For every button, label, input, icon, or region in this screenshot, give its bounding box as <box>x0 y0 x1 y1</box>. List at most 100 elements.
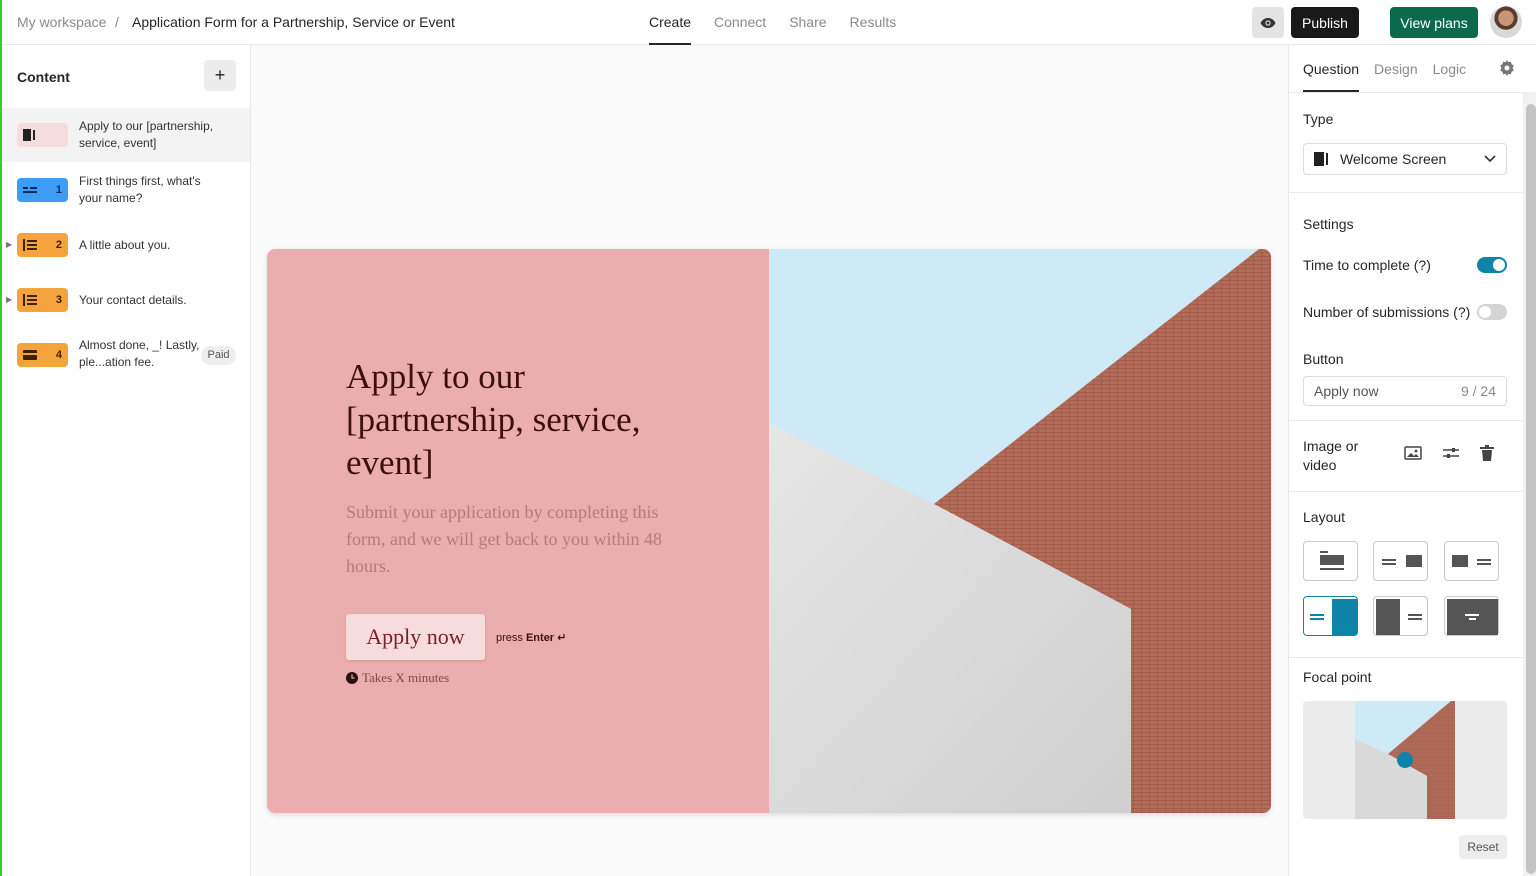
list-item-question-1[interactable]: 1 First things first, what's your name? <box>2 163 250 217</box>
tab-question[interactable]: Question <box>1303 45 1360 92</box>
content-sidebar: Content + Apply to our [partnership, ser… <box>2 45 251 876</box>
adjust-icon[interactable] <box>1442 445 1460 461</box>
question-number: 3 <box>55 294 62 306</box>
divider <box>1289 491 1523 492</box>
reset-button[interactable]: Reset <box>1459 835 1507 859</box>
question-number: 1 <box>55 184 62 196</box>
question-text: Apply to our [partnership, service, even… <box>79 119 214 150</box>
number-of-submissions-label: Number of submissions (?) <box>1303 304 1471 320</box>
tab-share[interactable]: Share <box>789 0 826 45</box>
welcome-title[interactable]: Apply to our [partnership, service, even… <box>346 355 676 484</box>
list-item-question-4[interactable]: 4 Almost done, _! Lastly, ple...ation fe… <box>2 328 250 382</box>
layout-option-split-right[interactable] <box>1373 541 1428 581</box>
list-item-question-3[interactable]: ▶ 3 Your contact details. <box>2 273 250 327</box>
layout-option-fullscreen[interactable] <box>1444 596 1499 636</box>
focal-point-thumbnail <box>1355 701 1455 819</box>
layout-fullscreen-icon <box>1447 599 1498 635</box>
button-text-input[interactable]: Apply now 9 / 24 <box>1303 376 1507 406</box>
view-plans-button[interactable]: View plans <box>1390 7 1478 38</box>
layout-stack-icon <box>1320 551 1344 570</box>
tab-design[interactable]: Design <box>1374 45 1418 92</box>
takes-minutes-text: Takes X minutes <box>362 670 450 685</box>
press-label: press <box>496 632 523 644</box>
architecture-photo <box>769 249 1271 813</box>
avatar[interactable] <box>1490 6 1522 38</box>
layout-split-right-icon <box>1382 555 1422 567</box>
toggle-knob <box>1493 259 1505 271</box>
enter-key-label: Enter ↵ <box>525 632 567 644</box>
layout-option-split-left[interactable] <box>1444 541 1499 581</box>
welcome-content-pane: Apply to our [partnership, service, even… <box>267 249 769 813</box>
tab-create[interactable]: Create <box>649 0 692 45</box>
chevron-down-icon <box>1484 155 1496 163</box>
question-group-icon <box>23 239 37 251</box>
toggle-knob <box>1479 306 1491 318</box>
time-to-complete-label: Time to complete (?) <box>1303 257 1431 273</box>
panel-scrollbar[interactable] <box>1523 92 1536 876</box>
list-item-question-2[interactable]: ▶ 2 A little about you. <box>2 218 250 272</box>
tab-results[interactable]: Results <box>850 0 897 45</box>
question-text: A little about you. <box>79 238 171 252</box>
image-or-video-label: Image or video <box>1303 438 1359 473</box>
tab-connect[interactable]: Connect <box>714 0 766 45</box>
question-settings-panel: Question Design Logic Type Welcome Scree… <box>1288 45 1536 876</box>
focal-point-picker[interactable] <box>1303 701 1507 819</box>
question-text: First things first, what's your name? <box>79 174 201 205</box>
question-group-icon <box>23 294 37 306</box>
main-nav: Create Connect Share Results <box>649 0 896 45</box>
layout-option-stack[interactable] <box>1303 541 1358 581</box>
tab-logic[interactable]: Logic <box>1433 45 1466 92</box>
trash-icon[interactable] <box>1480 445 1494 461</box>
payment-card-icon <box>23 350 37 360</box>
eye-icon <box>1260 17 1276 28</box>
image-icon[interactable] <box>1404 445 1422 461</box>
short-text-icon <box>23 187 37 193</box>
focal-point-marker[interactable] <box>1397 752 1413 768</box>
question-number: 2 <box>55 239 62 251</box>
apply-now-button[interactable]: Apply now <box>346 614 485 660</box>
divider <box>1289 192 1523 193</box>
list-item-welcome[interactable]: Apply to our [partnership, service, even… <box>2 108 250 162</box>
question-type-select[interactable]: Welcome Screen <box>1303 143 1507 175</box>
scrollbar-thumb[interactable] <box>1526 104 1536 874</box>
welcome-image <box>769 249 1271 813</box>
number-of-submissions-toggle[interactable] <box>1477 304 1507 320</box>
time-to-complete-note: Takes X minutes <box>346 670 449 686</box>
focal-point-label: Focal point <box>1303 669 1372 685</box>
question-number: 4 <box>55 349 62 361</box>
layout-split-left-icon <box>1452 555 1491 567</box>
publish-button[interactable]: Publish <box>1291 7 1359 38</box>
layout-option-wallpaper-left[interactable] <box>1373 596 1428 636</box>
layout-wallpaper-left-icon <box>1376 599 1422 635</box>
character-count: 9 / 24 <box>1460 383 1496 399</box>
gear-icon[interactable] <box>1499 60 1515 76</box>
preview-button[interactable] <box>1252 7 1284 38</box>
question-badge: 2 <box>17 233 68 257</box>
welcome-description[interactable]: Submit your application by completing th… <box>346 499 691 580</box>
question-badge: 3 <box>17 288 68 312</box>
welcome-title-bold: Apply <box>346 357 434 396</box>
expand-caret-icon[interactable]: ▶ <box>6 295 12 304</box>
add-question-button[interactable]: + <box>204 60 236 91</box>
layout-wallpaper-right-icon <box>1310 599 1357 635</box>
media-actions <box>1404 445 1494 461</box>
time-to-complete-toggle[interactable] <box>1477 257 1507 273</box>
breadcrumb-workspace[interactable]: My workspace <box>17 14 106 30</box>
layout-option-wallpaper-right[interactable] <box>1303 596 1358 636</box>
divider <box>1289 657 1523 658</box>
settings-label: Settings <box>1303 216 1354 232</box>
welcome-screen-preview[interactable]: Apply to our [partnership, service, even… <box>267 249 1271 813</box>
divider <box>1289 92 1523 93</box>
welcome-screen-icon <box>23 129 35 141</box>
breadcrumb-separator: / <box>115 14 119 30</box>
content-title: Content <box>17 69 70 85</box>
question-badge: 1 <box>17 178 68 202</box>
welcome-screen-icon <box>1314 152 1328 166</box>
press-enter-hint: press Enter ↵ <box>496 631 566 644</box>
expand-caret-icon[interactable]: ▶ <box>6 240 12 249</box>
top-bar: My workspace / Application Form for a Pa… <box>2 0 1536 45</box>
form-canvas: Apply to our [partnership, service, even… <box>252 45 1288 876</box>
question-badge <box>17 123 68 147</box>
question-badge: 4 <box>17 343 68 367</box>
form-title[interactable]: Application Form for a Partnership, Serv… <box>132 14 457 30</box>
